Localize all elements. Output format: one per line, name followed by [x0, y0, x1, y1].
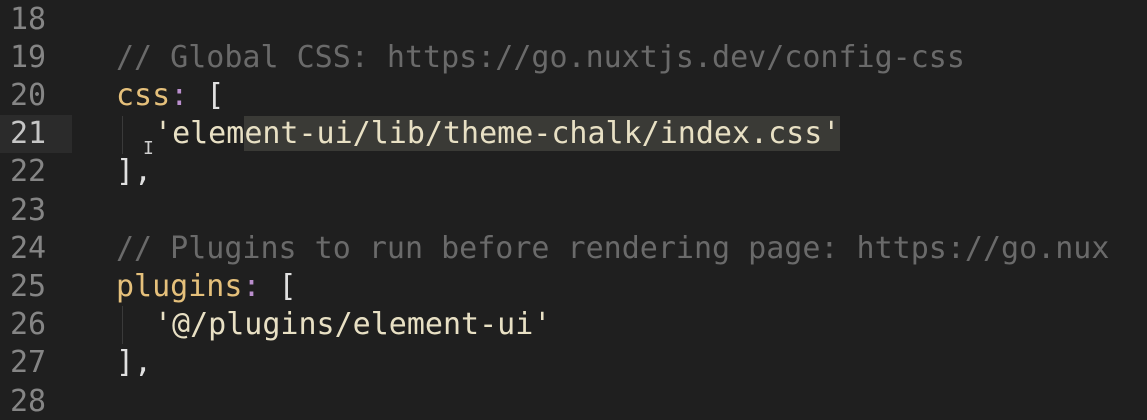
line-number: 24	[10, 231, 47, 266]
line-content: // Global CSS: https://go.nuxtjs.dev/con…	[116, 39, 965, 77]
code-line[interactable]: 20 css: [	[0, 77, 1147, 115]
code-line[interactable]: 26 '@/plugins/element-ui'	[0, 306, 1147, 344]
line-content: 'element-ui/lib/theme-chalk/index.css'	[154, 115, 841, 153]
code-line[interactable]: 18	[0, 1, 1147, 39]
comment-text: // Global CSS: https://go.nuxtjs.dev/con…	[116, 40, 965, 75]
line-number: 28	[10, 384, 47, 419]
line-number: 23	[10, 193, 47, 228]
line-number: 22	[10, 154, 47, 189]
line-number: 18	[10, 2, 47, 37]
code-editor[interactable]: 18 19 // Global CSS: https://go.nuxtjs.d…	[0, 0, 1147, 420]
string-quote: '	[154, 116, 173, 151]
property-key: plugins	[116, 269, 243, 304]
text-selection[interactable]: ent-ui/lib/theme-chalk/index.css'	[244, 116, 841, 151]
string-text: element-ui/lib/theme-chalk/index.css'	[172, 116, 841, 151]
line-number: 20	[10, 78, 47, 113]
code-line[interactable]: 25 plugins: [	[0, 268, 1147, 306]
line-number: 27	[10, 345, 47, 380]
code-line-active[interactable]: 21 'element-ui/lib/theme-chalk/index.css…	[0, 115, 1147, 153]
comment-text: // Plugins to run before rendering page:…	[116, 231, 1110, 266]
code-line[interactable]: 28	[0, 383, 1147, 420]
line-content: plugins: [	[116, 268, 297, 306]
code-line[interactable]: 22 ],	[0, 153, 1147, 191]
line-content: '@/plugins/element-ui'	[154, 306, 551, 344]
bracket-token: ],	[116, 345, 153, 380]
bracket-token: [	[188, 78, 225, 113]
code-line[interactable]: 23	[0, 192, 1147, 230]
string-unselected: elem	[172, 116, 245, 151]
line-number: 25	[10, 269, 47, 304]
code-line[interactable]: 19 // Global CSS: https://go.nuxtjs.dev/…	[0, 39, 1147, 77]
line-number: 19	[10, 40, 47, 75]
code-line[interactable]: 24 // Plugins to run before rendering pa…	[0, 230, 1147, 268]
colon-token: :	[242, 269, 261, 304]
string-text: '@/plugins/element-ui'	[154, 307, 552, 342]
bracket-token: ],	[116, 154, 153, 189]
line-number: 26	[10, 307, 47, 342]
line-number: 21	[10, 116, 47, 151]
bracket-token: [	[260, 269, 297, 304]
property-key: css	[116, 78, 171, 113]
text-cursor-icon: I	[143, 138, 154, 159]
line-content: // Plugins to run before rendering page:…	[116, 230, 1109, 268]
colon-token: :	[170, 78, 189, 113]
code-line[interactable]: 27 ],	[0, 344, 1147, 382]
line-content: css: [	[116, 77, 224, 115]
line-content: ],	[116, 344, 152, 382]
